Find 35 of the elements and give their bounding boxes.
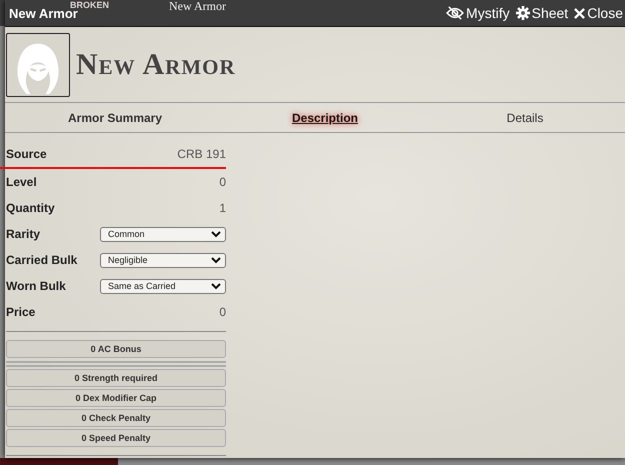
dropdown[interactable]: Same as Carried [100, 278, 226, 294]
stat-button[interactable]: 0 Check Penalty [6, 409, 226, 427]
field-value: 0 [219, 175, 226, 189]
tab[interactable]: Details [425, 110, 625, 124]
stat-button[interactable]: 0 AC Bonus [6, 340, 226, 358]
field-value: 0 [219, 305, 226, 319]
tab[interactable]: Description [225, 110, 425, 124]
field-label: Rarity [6, 227, 40, 241]
dropdown[interactable]: Common [100, 226, 226, 242]
field-label: Quantity [6, 201, 55, 215]
field-value: 1 [219, 201, 226, 215]
background-item: New Armor [169, 0, 226, 12]
eye-slash-icon [446, 6, 464, 20]
field-label: Worn Bulk [6, 279, 66, 293]
field-value: CRB 191 [177, 147, 226, 161]
stat-button[interactable]: 0 Dex Modifier Cap [6, 389, 226, 407]
item-name: New Armor [76, 48, 236, 82]
field-label: Level [6, 175, 37, 189]
stat-button[interactable]: 0 Speed Penalty [6, 429, 226, 447]
field-label: Source [6, 147, 47, 161]
close-icon [574, 8, 586, 18]
chevron-down-icon [211, 256, 221, 264]
background-label: BROKEN [70, 0, 110, 10]
close-link[interactable]: Close [574, 5, 623, 21]
dropdown[interactable]: Negligible [100, 252, 226, 268]
tab[interactable]: Armor Summary [5, 110, 225, 124]
field-label: Carried Bulk [6, 253, 78, 267]
stat-button[interactable]: 0 Strength required [6, 369, 226, 387]
chevron-down-icon [211, 282, 221, 290]
portrait-image[interactable] [6, 33, 70, 97]
mystify-link[interactable]: Mystify [446, 5, 510, 21]
field-label: Price [6, 305, 36, 319]
sheet-link[interactable]: Sheet [516, 5, 568, 21]
gear-icon [516, 6, 530, 20]
chevron-down-icon [211, 230, 221, 238]
